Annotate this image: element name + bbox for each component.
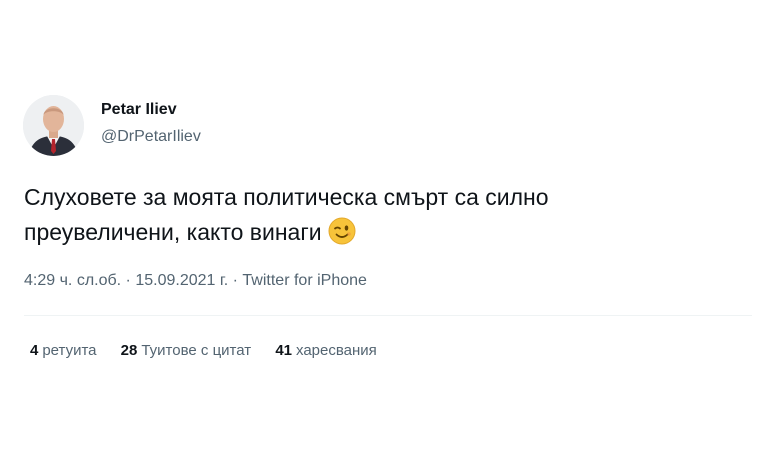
likes-stat[interactable]: 41 харесвания bbox=[275, 342, 376, 359]
tweet-text-line-2: преувеличени, както винаги bbox=[24, 215, 724, 255]
profile-photo-icon bbox=[23, 95, 84, 156]
author-name[interactable]: Petar Iliev bbox=[101, 101, 177, 119]
tweet-meta: 4:29 ч. сл.об. · 15.09.2021 г. · Twitter… bbox=[24, 272, 367, 290]
retweets-stat[interactable]: 4 ретуита bbox=[30, 342, 97, 359]
retweets-label: ретуита bbox=[42, 342, 97, 359]
retweets-count: 4 bbox=[30, 342, 39, 359]
quotes-stat[interactable]: 28 Туитове с цитат bbox=[121, 342, 251, 359]
likes-count: 41 bbox=[275, 342, 292, 359]
tweet-text: Слуховете за моята политическа смърт са … bbox=[24, 180, 724, 255]
tweet-stats: 4 ретуита 28 Туитове с цитат 41 харесвания bbox=[30, 342, 397, 359]
author-handle[interactable]: @DrPetarIliev bbox=[101, 128, 201, 146]
avatar[interactable] bbox=[23, 95, 84, 156]
meta-separator: · bbox=[228, 272, 243, 289]
tweet-source[interactable]: Twitter for iPhone bbox=[242, 272, 367, 289]
tweet-date[interactable]: 15.09.2021 г. bbox=[135, 272, 228, 289]
divider bbox=[24, 315, 752, 316]
quotes-label: Туитове с цитат bbox=[141, 342, 252, 359]
quotes-count: 28 bbox=[120, 342, 138, 359]
tweet-card: Petar Iliev @DrPetarIliev Слуховете за м… bbox=[0, 0, 770, 461]
tweet-time[interactable]: 4:29 ч. сл.об. bbox=[24, 272, 121, 289]
tweet-text-line-1: Слуховете за моята политическа смърт са … bbox=[24, 184, 549, 210]
meta-separator: · bbox=[121, 272, 136, 289]
tweet-text-line-2-text: преувеличени, както винаги bbox=[24, 219, 322, 245]
winking-face-icon bbox=[328, 217, 356, 255]
likes-label: харесвания bbox=[296, 342, 377, 359]
